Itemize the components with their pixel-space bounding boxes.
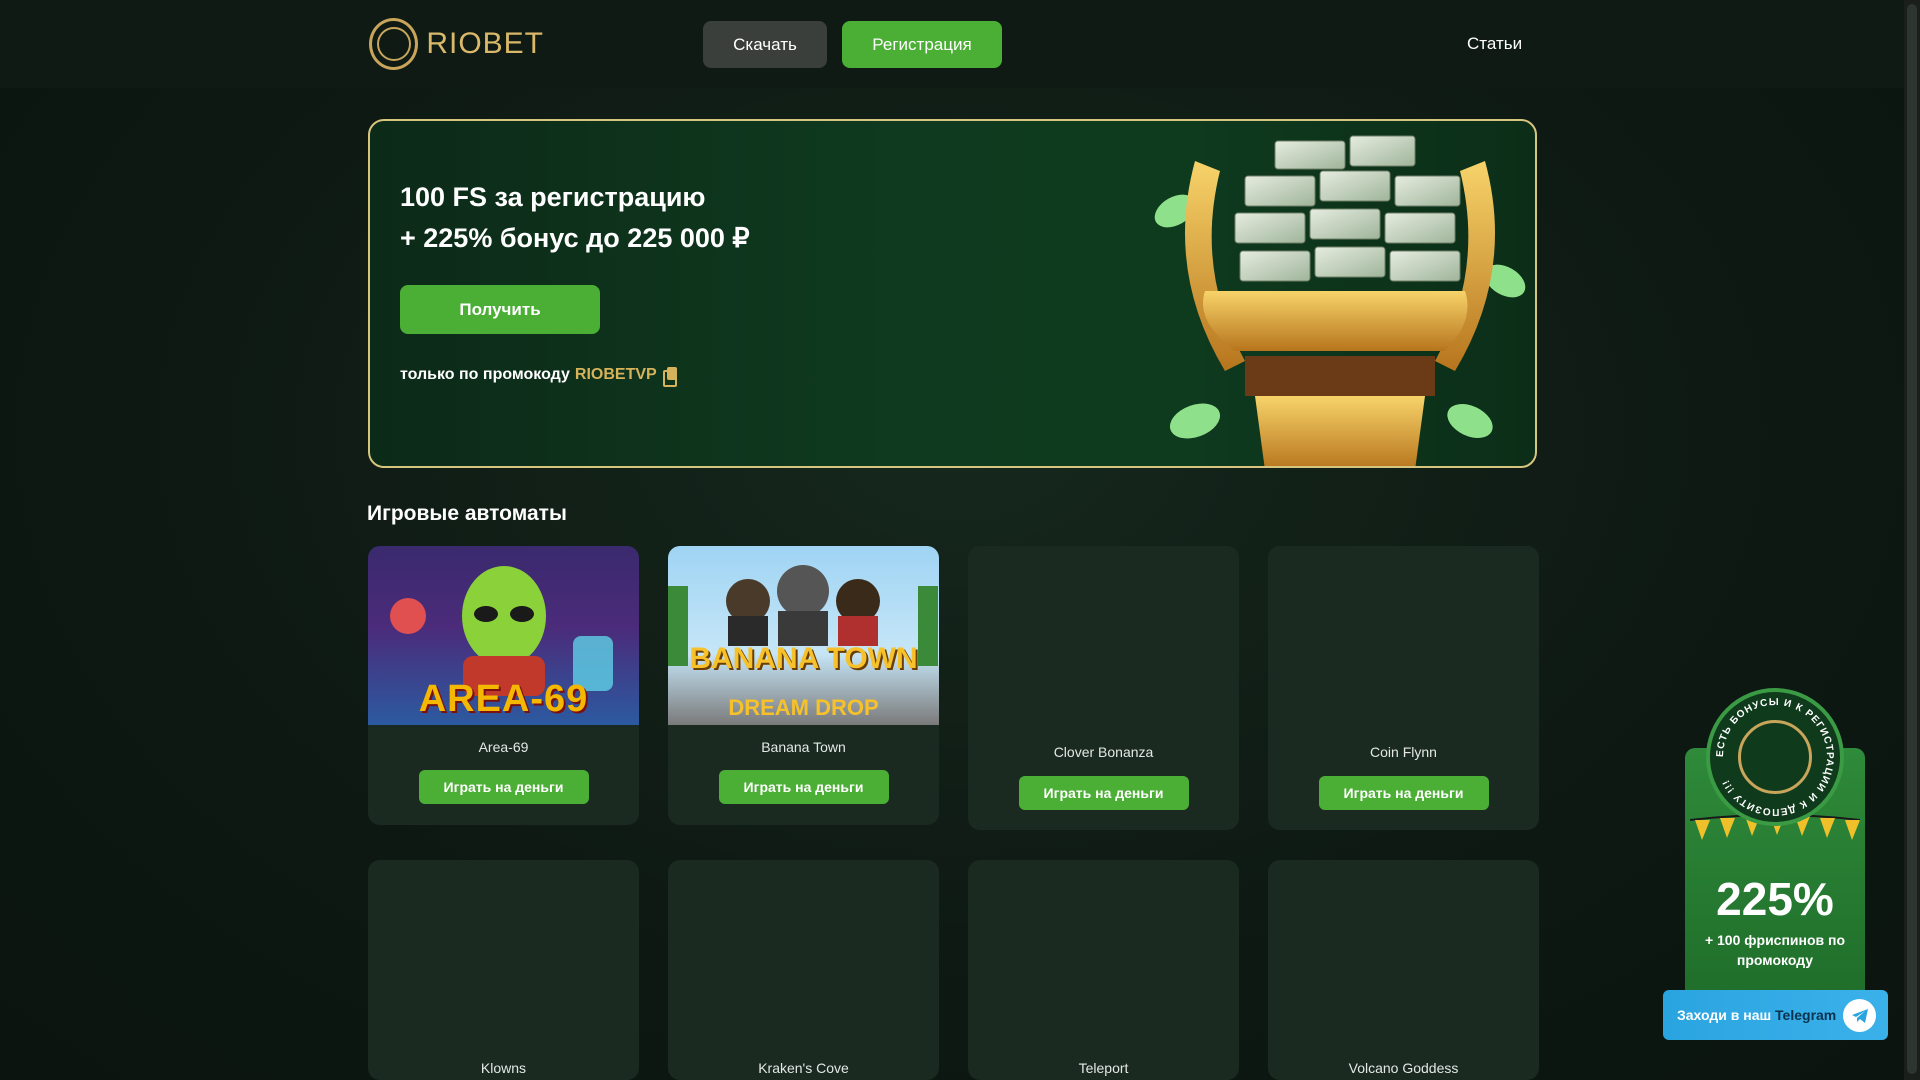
site-header: RIOBET Скачать Регистрация Статьи — [0, 0, 1904, 88]
promo-banner: 100 FS за регистрацию + 225% бонус до 22… — [368, 119, 1537, 468]
game-thumbnail[interactable] — [968, 546, 1239, 725]
game-thumbnail[interactable]: BANANA TOWN DREAM DROP — [668, 546, 939, 725]
get-bonus-button[interactable]: Получить — [400, 285, 600, 334]
money-trophy-illustration — [1154, 135, 1526, 466]
game-card[interactable]: Volcano Goddess — [1268, 860, 1539, 1080]
game-logo-text: BANANA TOWN — [689, 642, 918, 675]
telegram-label: Заходи в наш Telegram — [1677, 1007, 1836, 1023]
banner-title: 100 FS за регистрацию + 225% бонус до 22… — [400, 177, 750, 259]
slots-section-title: Игровые автоматы — [367, 502, 567, 525]
play-for-money-button[interactable]: Играть на деньги — [418, 770, 589, 804]
banner-title-line2: + 225% бонус до 225 000 ₽ — [400, 223, 750, 253]
logo-emblem-icon — [369, 18, 419, 70]
game-name: Clover Bonanza — [1053, 744, 1154, 760]
copy-icon[interactable] — [662, 366, 677, 387]
page-scrollbar[interactable] — [1904, 0, 1920, 1080]
telegram-prefix: Заходи в наш — [1677, 1007, 1772, 1023]
scrollbar-thumb[interactable] — [1907, 4, 1917, 1074]
game-card[interactable]: Coin Flynn Играть на деньги — [1268, 546, 1539, 830]
telegram-icon — [1843, 999, 1876, 1032]
play-for-money-button[interactable]: Играть на деньги — [1018, 776, 1189, 810]
bonus-percent: 225% — [1716, 873, 1834, 925]
game-logo-subtext: DREAM DROP — [728, 695, 879, 720]
bonus-text: + 100 фриспинов по промокоду — [1704, 932, 1846, 968]
promo-code[interactable]: RIOBETVP — [575, 366, 657, 384]
banner-title-line1: 100 FS за регистрацию — [400, 182, 706, 212]
promo-prefix: только по промокоду — [400, 366, 570, 383]
svg-text:ЕСТЬ БОНУСЫ И К РЕГИСТРАЦИИ И: ЕСТЬ БОНУСЫ И К РЕГИСТРАЦИИ И К ДЕПОЗИТУ… — [1715, 697, 1835, 817]
game-name: Banana Town — [761, 739, 846, 755]
badge-ring-text: ЕСТЬ БОНУСЫ И К РЕГИСТРАЦИИ И К ДЕПОЗИТУ… — [1715, 697, 1835, 817]
game-logo-text: AREA-69 — [418, 678, 589, 720]
logo-text: RIOBET — [426, 27, 544, 60]
game-name: Coin Flynn — [1370, 744, 1437, 760]
promo-line: только по промокоду RIOBETVP — [400, 366, 677, 387]
game-name: Area-69 — [478, 739, 529, 755]
download-button[interactable]: Скачать — [703, 21, 827, 68]
game-card[interactable]: Teleport — [968, 860, 1239, 1080]
game-card[interactable]: AREA-69 Area-69 Играть на деньги — [368, 546, 639, 825]
game-name: Kraken's Cove — [758, 1060, 849, 1076]
nav-articles-link[interactable]: Статьи — [1467, 34, 1522, 54]
play-for-money-button[interactable]: Играть на деньги — [718, 770, 889, 804]
game-card[interactable]: BANANA TOWN DREAM DROP Banana Town Играт… — [668, 546, 939, 825]
game-name: Teleport — [1078, 1060, 1129, 1076]
game-thumbnail[interactable] — [1268, 546, 1539, 725]
play-for-money-button[interactable]: Играть на деньги — [1318, 776, 1489, 810]
telegram-button[interactable]: Заходи в наш Telegram — [1663, 990, 1888, 1040]
telegram-brand: Telegram — [1775, 1007, 1837, 1023]
riobet-logo[interactable]: RIOBET — [369, 16, 544, 72]
game-card[interactable]: Kraken's Cove — [668, 860, 939, 1080]
game-card[interactable]: Klowns — [368, 860, 639, 1080]
bonus-badge: ЕСТЬ БОНУСЫ И К РЕГИСТРАЦИИ И К ДЕПОЗИТУ… — [1706, 688, 1844, 826]
game-card[interactable]: Clover Bonanza Играть на деньги — [968, 546, 1239, 830]
game-name: Klowns — [480, 1060, 527, 1076]
game-name: Volcano Goddess — [1348, 1060, 1459, 1076]
register-button[interactable]: Регистрация — [842, 21, 1002, 68]
game-thumbnail[interactable]: AREA-69 — [368, 546, 639, 725]
